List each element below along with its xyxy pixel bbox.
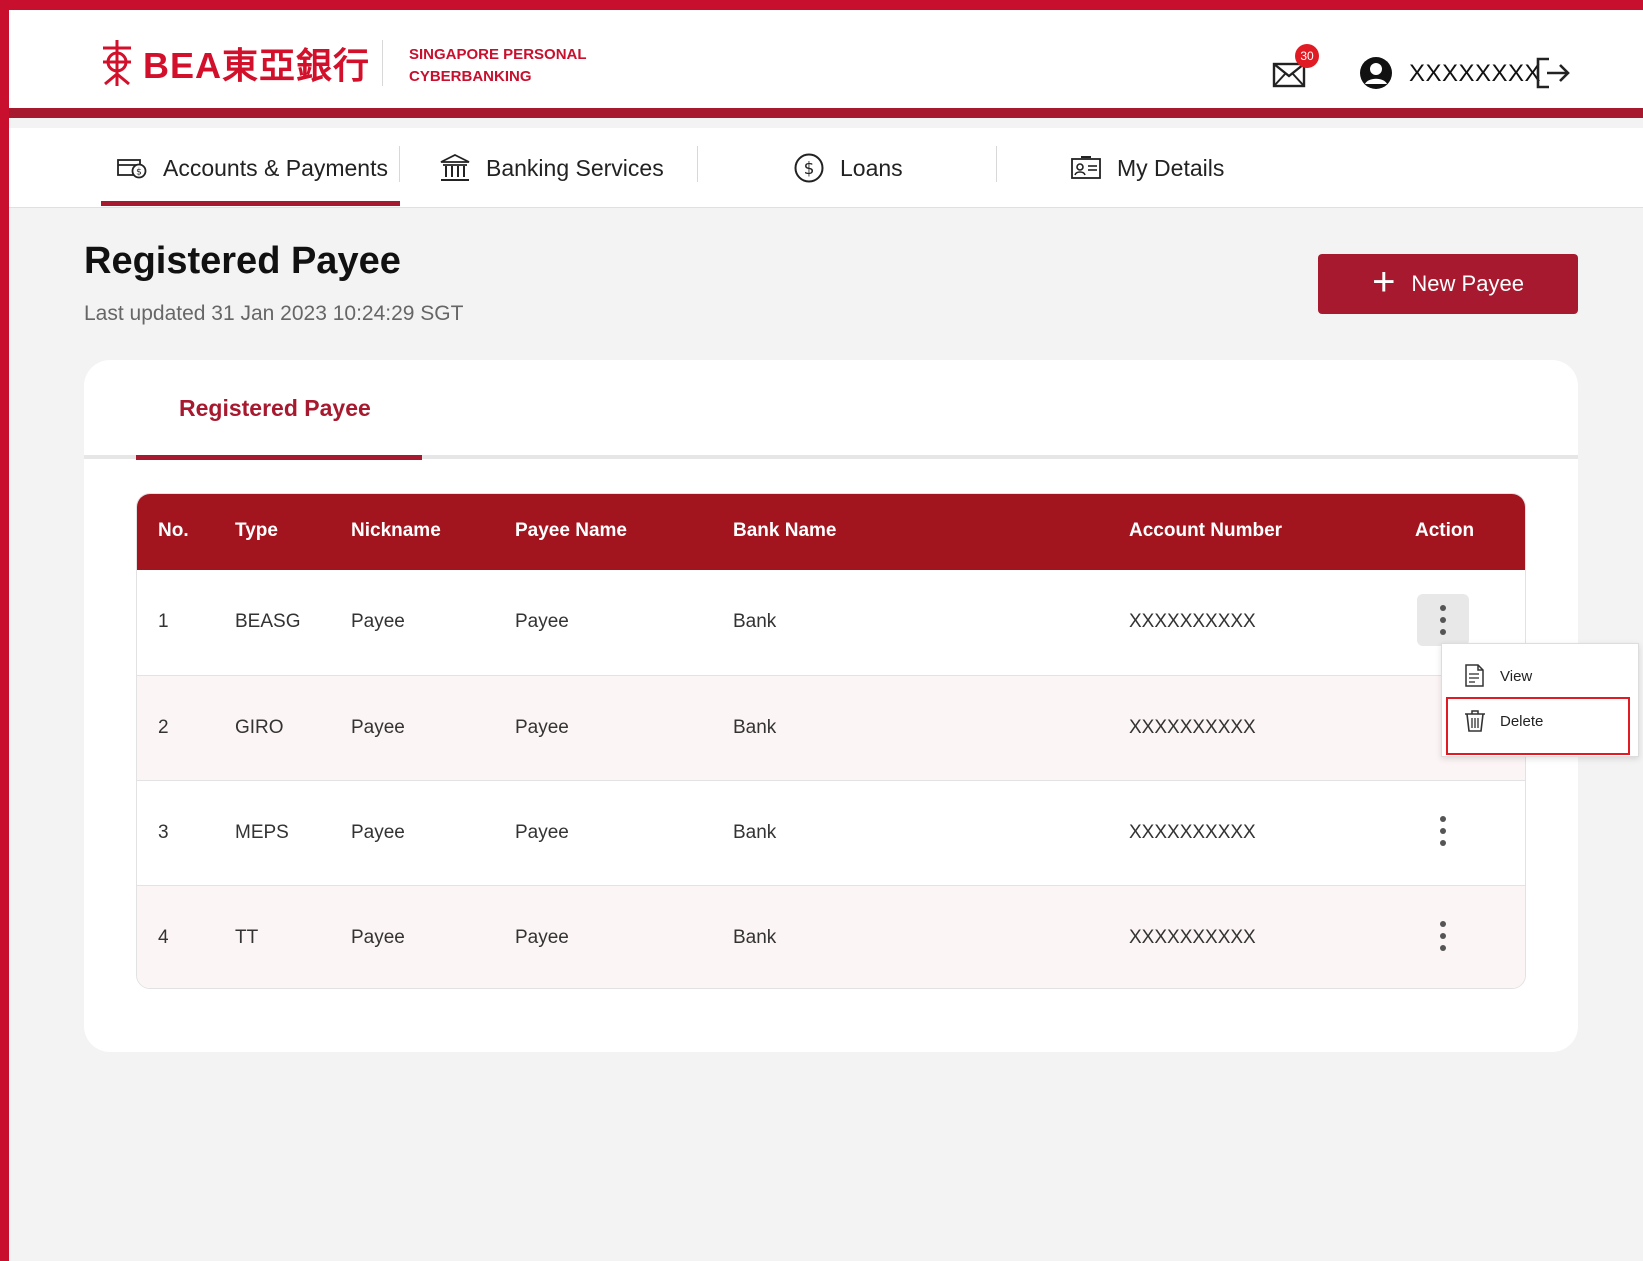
column-header-type: Type [235, 520, 278, 541]
cell-account-number: XXXXXXXXXX [1129, 717, 1256, 738]
cell-no: 1 [158, 611, 169, 632]
cell-payee-name: Payee [515, 611, 569, 632]
row-action-menu-button[interactable] [1417, 805, 1469, 857]
cell-type: GIRO [235, 717, 284, 738]
cell-bank-name: Bank [733, 611, 777, 632]
table-row: 2 GIRO Payee Payee Bank XXXXXXXXXX [137, 675, 1525, 780]
logo-text: BEA東亞銀行 [143, 45, 371, 86]
dollar-circle-icon: $ [794, 153, 824, 183]
cell-nickname: Payee [351, 927, 405, 948]
nav-label: My Details [1117, 154, 1225, 181]
cell-payee-name: Payee [515, 927, 569, 948]
nav-label: Banking Services [486, 154, 664, 181]
id-card-icon [1071, 156, 1101, 179]
new-payee-button[interactable]: + New Payee [1318, 254, 1578, 314]
trash-icon [1465, 710, 1485, 732]
nav-accounts-payments[interactable]: $ Accounts & Payments [117, 128, 388, 208]
cell-payee-name: Payee [515, 822, 569, 843]
svg-text:$: $ [136, 168, 142, 178]
logout-icon[interactable] [1535, 56, 1571, 90]
nav-my-details[interactable]: My Details [1071, 128, 1224, 208]
delete-menu-item[interactable]: Delete [1442, 699, 1640, 743]
cell-bank-name: Bank [733, 822, 777, 843]
cell-account-number: XXXXXXXXXX [1129, 611, 1256, 632]
delete-label: Delete [1500, 712, 1544, 730]
unread-count-badge: 30 [1295, 44, 1319, 68]
page-title: Registered Payee [84, 240, 401, 282]
view-label: View [1500, 667, 1533, 685]
mailbox-button[interactable]: 30 [1268, 44, 1319, 88]
column-header-no: No. [158, 520, 189, 541]
svg-text:$: $ [804, 159, 815, 179]
logo-divider [382, 40, 383, 86]
cell-no: 2 [158, 717, 169, 738]
kebab-dot-icon [1440, 605, 1446, 611]
nav-label: Loans [840, 154, 903, 181]
bank-icon [440, 154, 470, 181]
plus-icon: + [1372, 260, 1396, 304]
column-header-nickname: Nickname [351, 520, 441, 541]
user-avatar-icon[interactable] [1359, 56, 1393, 90]
kebab-dot-icon [1440, 629, 1446, 635]
cell-no: 4 [158, 927, 169, 948]
cell-bank-name: Bank [733, 927, 777, 948]
cell-nickname: Payee [351, 822, 405, 843]
kebab-dot-icon [1440, 840, 1446, 846]
site-header: BEA東亞銀行 SINGAPORE PERSONAL CYBERBANKING … [9, 10, 1643, 118]
cell-type: BEASG [235, 611, 301, 632]
kebab-dot-icon [1440, 816, 1446, 822]
cell-payee-name: Payee [515, 717, 569, 738]
table-row: 4 TT Payee Payee Bank XXXXXXXXXX [137, 885, 1525, 988]
cell-account-number: XXXXXXXXXX [1129, 822, 1256, 843]
main-nav: $ Accounts & Payments Banking Services $… [9, 128, 1643, 208]
kebab-dot-icon [1440, 617, 1446, 623]
document-view-icon [1465, 664, 1484, 687]
payee-table: No. Type Nickname Payee Name Bank Name A… [136, 493, 1526, 989]
row-action-dropdown: View Delete [1441, 643, 1639, 757]
tab-registered-payee[interactable]: Registered Payee [179, 395, 371, 422]
nav-loans[interactable]: $ Loans [794, 128, 903, 208]
last-updated-text: Last updated 31 Jan 2023 10:24:29 SGT [84, 302, 464, 325]
bea-logo[interactable]: BEA東亞銀行 [99, 37, 370, 89]
table-header: No. Type Nickname Payee Name Bank Name A… [137, 494, 1525, 570]
row-action-menu-button[interactable] [1417, 910, 1469, 962]
kebab-dot-icon [1440, 933, 1446, 939]
bea-logo-mark-icon [103, 40, 131, 86]
kebab-dot-icon [1440, 828, 1446, 834]
username: XXXXXXXX [1409, 60, 1542, 87]
nav-label: Accounts & Payments [163, 154, 388, 181]
nav-divider [399, 146, 400, 182]
cell-bank-name: Bank [733, 717, 777, 738]
table-row: 1 BEASG Payee Payee Bank XXXXXXXXXX [137, 570, 1525, 675]
cell-no: 3 [158, 822, 169, 843]
cell-nickname: Payee [351, 717, 405, 738]
column-header-payee-name: Payee Name [515, 520, 627, 541]
left-frame-bar [0, 0, 9, 1261]
column-header-action: Action [1415, 520, 1475, 541]
cell-type: MEPS [235, 822, 289, 843]
payee-card: Registered Payee No. Type Nickname Payee… [84, 360, 1578, 1052]
nav-divider [697, 146, 698, 182]
nav-divider [996, 146, 997, 182]
view-menu-item[interactable]: View [1442, 654, 1640, 698]
kebab-dot-icon [1440, 945, 1446, 951]
new-payee-label: New Payee [1411, 271, 1524, 296]
cell-type: TT [235, 927, 259, 948]
cell-nickname: Payee [351, 611, 405, 632]
nav-banking-services[interactable]: Banking Services [440, 128, 664, 208]
kebab-dot-icon [1440, 921, 1446, 927]
card-money-icon: $ [117, 159, 147, 179]
nav-active-indicator [101, 201, 400, 206]
top-frame-bar [0, 0, 1643, 10]
column-header-account-number: Account Number [1129, 520, 1283, 541]
column-header-bank-name: Bank Name [733, 520, 837, 541]
row-action-menu-button[interactable] [1417, 594, 1469, 646]
cell-account-number: XXXXXXXXXX [1129, 927, 1256, 948]
table-row: 3 MEPS Payee Payee Bank XXXXXXXXXX [137, 780, 1525, 885]
tagline: SINGAPORE PERSONAL CYBERBANKING [409, 46, 587, 85]
tab-active-indicator [136, 455, 422, 460]
